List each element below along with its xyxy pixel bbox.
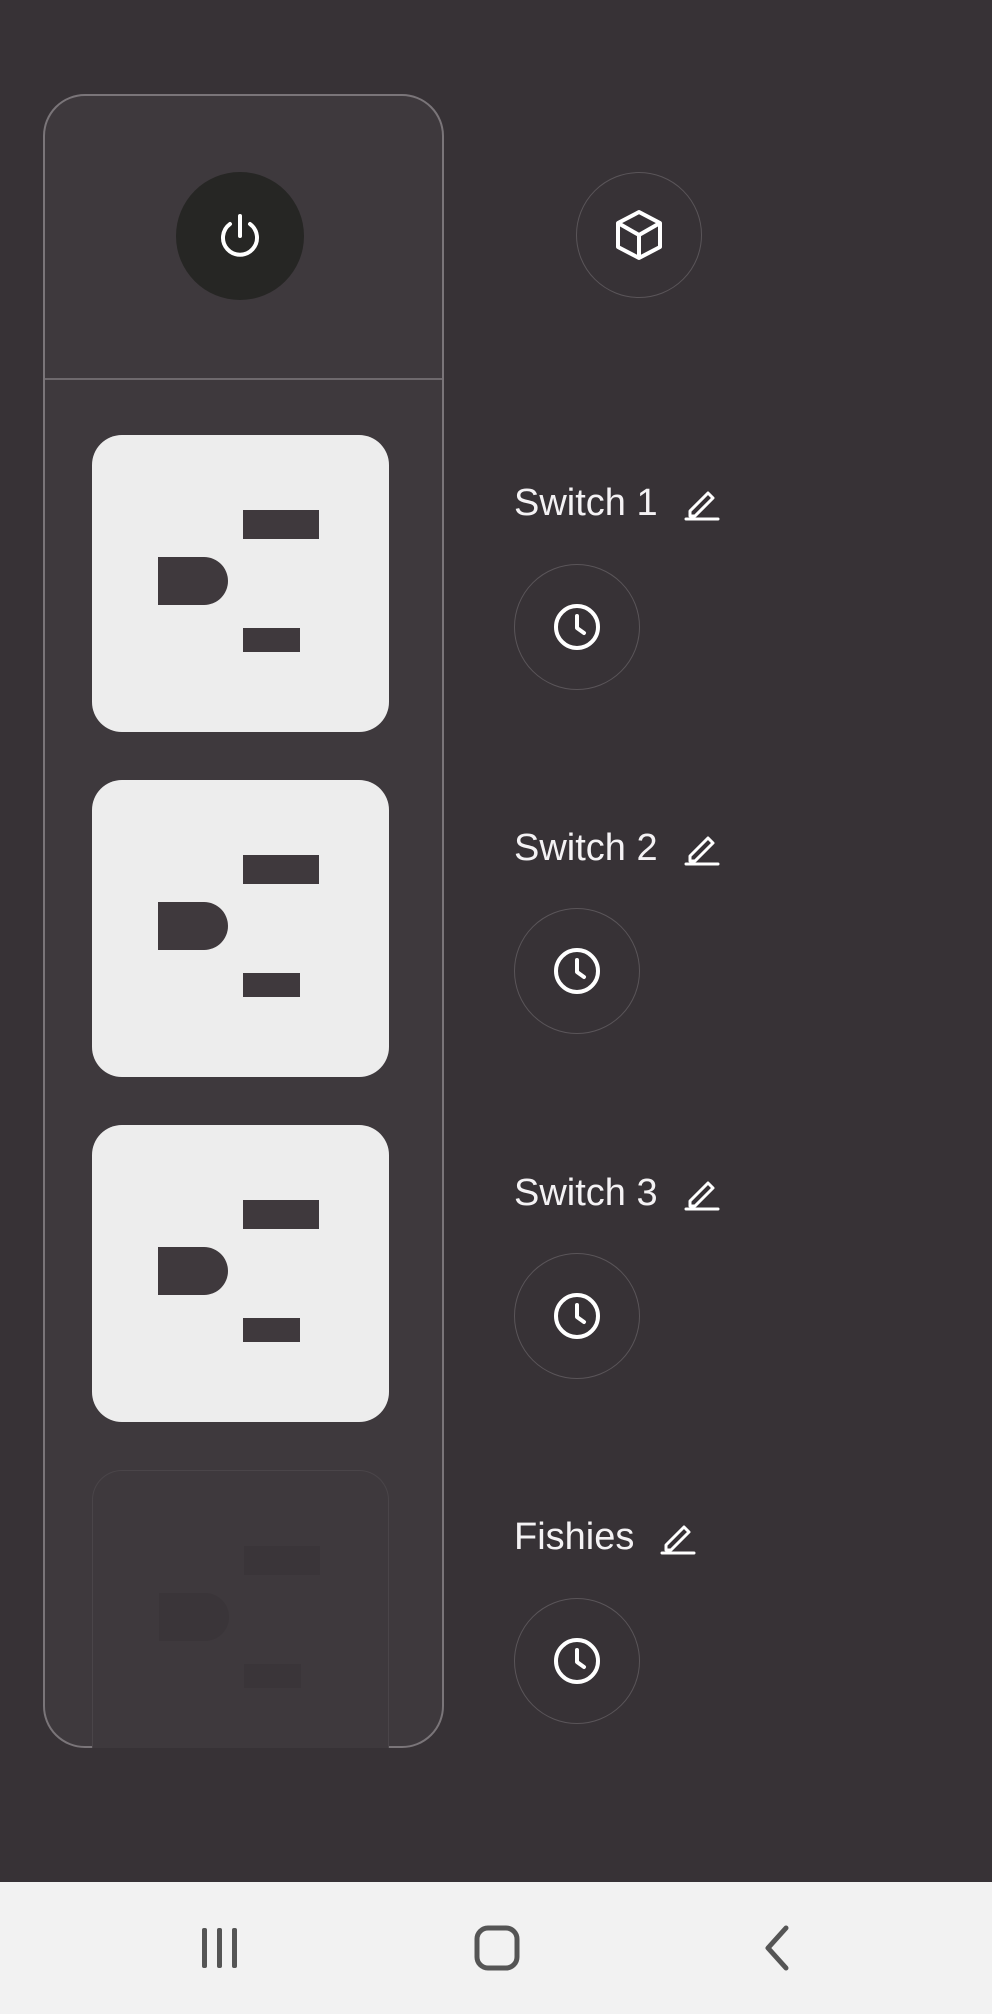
clock-icon	[554, 604, 600, 650]
edit-pencil-icon[interactable]	[684, 830, 720, 866]
outlet-1-name: Switch 1	[514, 481, 658, 524]
power-icon	[221, 214, 259, 257]
edit-pencil-icon[interactable]	[660, 1519, 696, 1555]
outlet-3[interactable]	[92, 1125, 389, 1422]
cube-icon	[616, 210, 662, 260]
back-icon	[765, 1925, 789, 1971]
back-button[interactable]	[746, 1918, 806, 1978]
outlet-1-timer-button[interactable]	[514, 564, 640, 690]
recent-apps-button[interactable]	[190, 1918, 250, 1978]
home-button[interactable]	[467, 1918, 527, 1978]
master-power-button[interactable]	[176, 172, 304, 300]
outlet-3-name: Switch 3	[514, 1171, 658, 1214]
edit-pencil-icon[interactable]	[684, 485, 720, 521]
strip-divider	[45, 378, 442, 380]
outlet-4-label: Fishies	[514, 1513, 696, 1561]
outlet-1-label: Switch 1	[514, 479, 720, 527]
outlet-socket-icon	[159, 1546, 320, 1688]
clock-icon	[554, 1293, 600, 1339]
clock-icon	[554, 1638, 600, 1684]
outlet-4-timer-button[interactable]	[514, 1598, 640, 1724]
outlet-4[interactable]	[92, 1470, 389, 1748]
clock-icon	[554, 948, 600, 994]
outlet-2-name: Switch 2	[514, 826, 658, 869]
outlet-2-label: Switch 2	[514, 824, 720, 872]
home-icon	[474, 1925, 520, 1971]
outlet-socket-icon	[158, 855, 319, 997]
outlet-2-timer-button[interactable]	[514, 908, 640, 1034]
outlet-socket-icon	[158, 1200, 319, 1342]
outlet-socket-icon	[158, 510, 319, 652]
device-view-button[interactable]	[576, 172, 702, 298]
recent-apps-icon	[202, 1928, 237, 1968]
edit-pencil-icon[interactable]	[684, 1175, 720, 1211]
outlet-4-name: Fishies	[514, 1515, 635, 1558]
outlet-3-label: Switch 3	[514, 1169, 720, 1217]
system-navigation-bar	[0, 1882, 992, 2014]
outlet-3-timer-button[interactable]	[514, 1253, 640, 1379]
outlet-2[interactable]	[92, 780, 389, 1077]
outlet-1[interactable]	[92, 435, 389, 732]
